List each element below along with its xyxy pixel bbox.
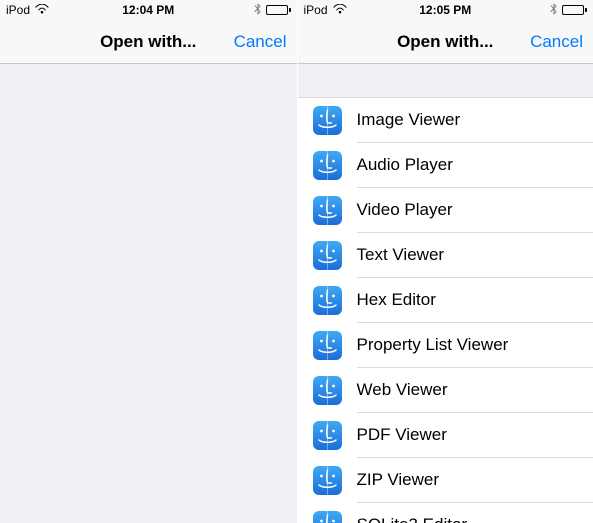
list-item[interactable]: Audio Player <box>298 143 593 187</box>
battery-icon <box>562 5 587 15</box>
list-item[interactable]: PDF Viewer <box>298 413 593 457</box>
list-item-label: ZIP Viewer <box>357 470 440 490</box>
list-item-label: Text Viewer <box>357 245 445 265</box>
page-title: Open with... <box>397 32 493 52</box>
list-item[interactable]: ZIP Viewer <box>298 458 593 502</box>
device-label: iPod <box>304 3 328 17</box>
list-item-label: Audio Player <box>357 155 453 175</box>
screen-right: iPod 12:05 PM Open with... Cancel Image … <box>297 0 593 523</box>
bluetooth-icon <box>254 3 261 18</box>
battery-icon <box>266 5 291 15</box>
list-item-label: PDF Viewer <box>357 425 447 445</box>
list-item[interactable]: Web Viewer <box>298 368 593 412</box>
finder-icon <box>313 421 342 450</box>
clock: 12:04 PM <box>122 3 174 17</box>
list-item-label: Hex Editor <box>357 290 436 310</box>
list-item[interactable]: Image Viewer <box>298 98 593 142</box>
bluetooth-icon <box>550 3 557 18</box>
list-item[interactable]: Property List Viewer <box>298 323 593 367</box>
finder-icon <box>313 286 342 315</box>
wifi-icon <box>35 3 49 17</box>
finder-icon <box>313 466 342 495</box>
status-bar: iPod 12:04 PM <box>0 0 297 20</box>
list-item-label: SQLite3 Editor <box>357 515 468 523</box>
finder-icon <box>313 376 342 405</box>
status-bar: iPod 12:05 PM <box>298 0 593 20</box>
finder-icon <box>313 511 342 523</box>
screen-left: iPod 12:04 PM Open with... Cancel <box>0 0 297 523</box>
nav-bar: Open with... Cancel <box>298 20 593 64</box>
cancel-button[interactable]: Cancel <box>530 32 583 52</box>
page-title: Open with... <box>100 32 196 52</box>
app-list: Image Viewer Audio Player Video Player Text… <box>298 98 593 523</box>
finder-icon <box>313 241 342 270</box>
list-item[interactable]: Hex Editor <box>298 278 593 322</box>
cancel-button[interactable]: Cancel <box>234 32 287 52</box>
list-item[interactable]: Text Viewer <box>298 233 593 277</box>
list-item-label: Video Player <box>357 200 453 220</box>
section-header <box>298 64 593 98</box>
list-item-label: Web Viewer <box>357 380 448 400</box>
content[interactable]: Image Viewer Audio Player Video Player Text… <box>298 64 593 523</box>
finder-icon <box>313 331 342 360</box>
list-item-label: Property List Viewer <box>357 335 509 355</box>
finder-icon <box>313 151 342 180</box>
clock: 12:05 PM <box>419 3 471 17</box>
list-item[interactable]: Video Player <box>298 188 593 232</box>
empty-content <box>0 64 297 523</box>
finder-icon <box>313 106 342 135</box>
wifi-icon <box>333 3 347 17</box>
list-item-label: Image Viewer <box>357 110 461 130</box>
finder-icon <box>313 196 342 225</box>
list-item[interactable]: SQLite3 Editor <box>298 503 593 523</box>
nav-bar: Open with... Cancel <box>0 20 297 64</box>
device-label: iPod <box>6 3 30 17</box>
